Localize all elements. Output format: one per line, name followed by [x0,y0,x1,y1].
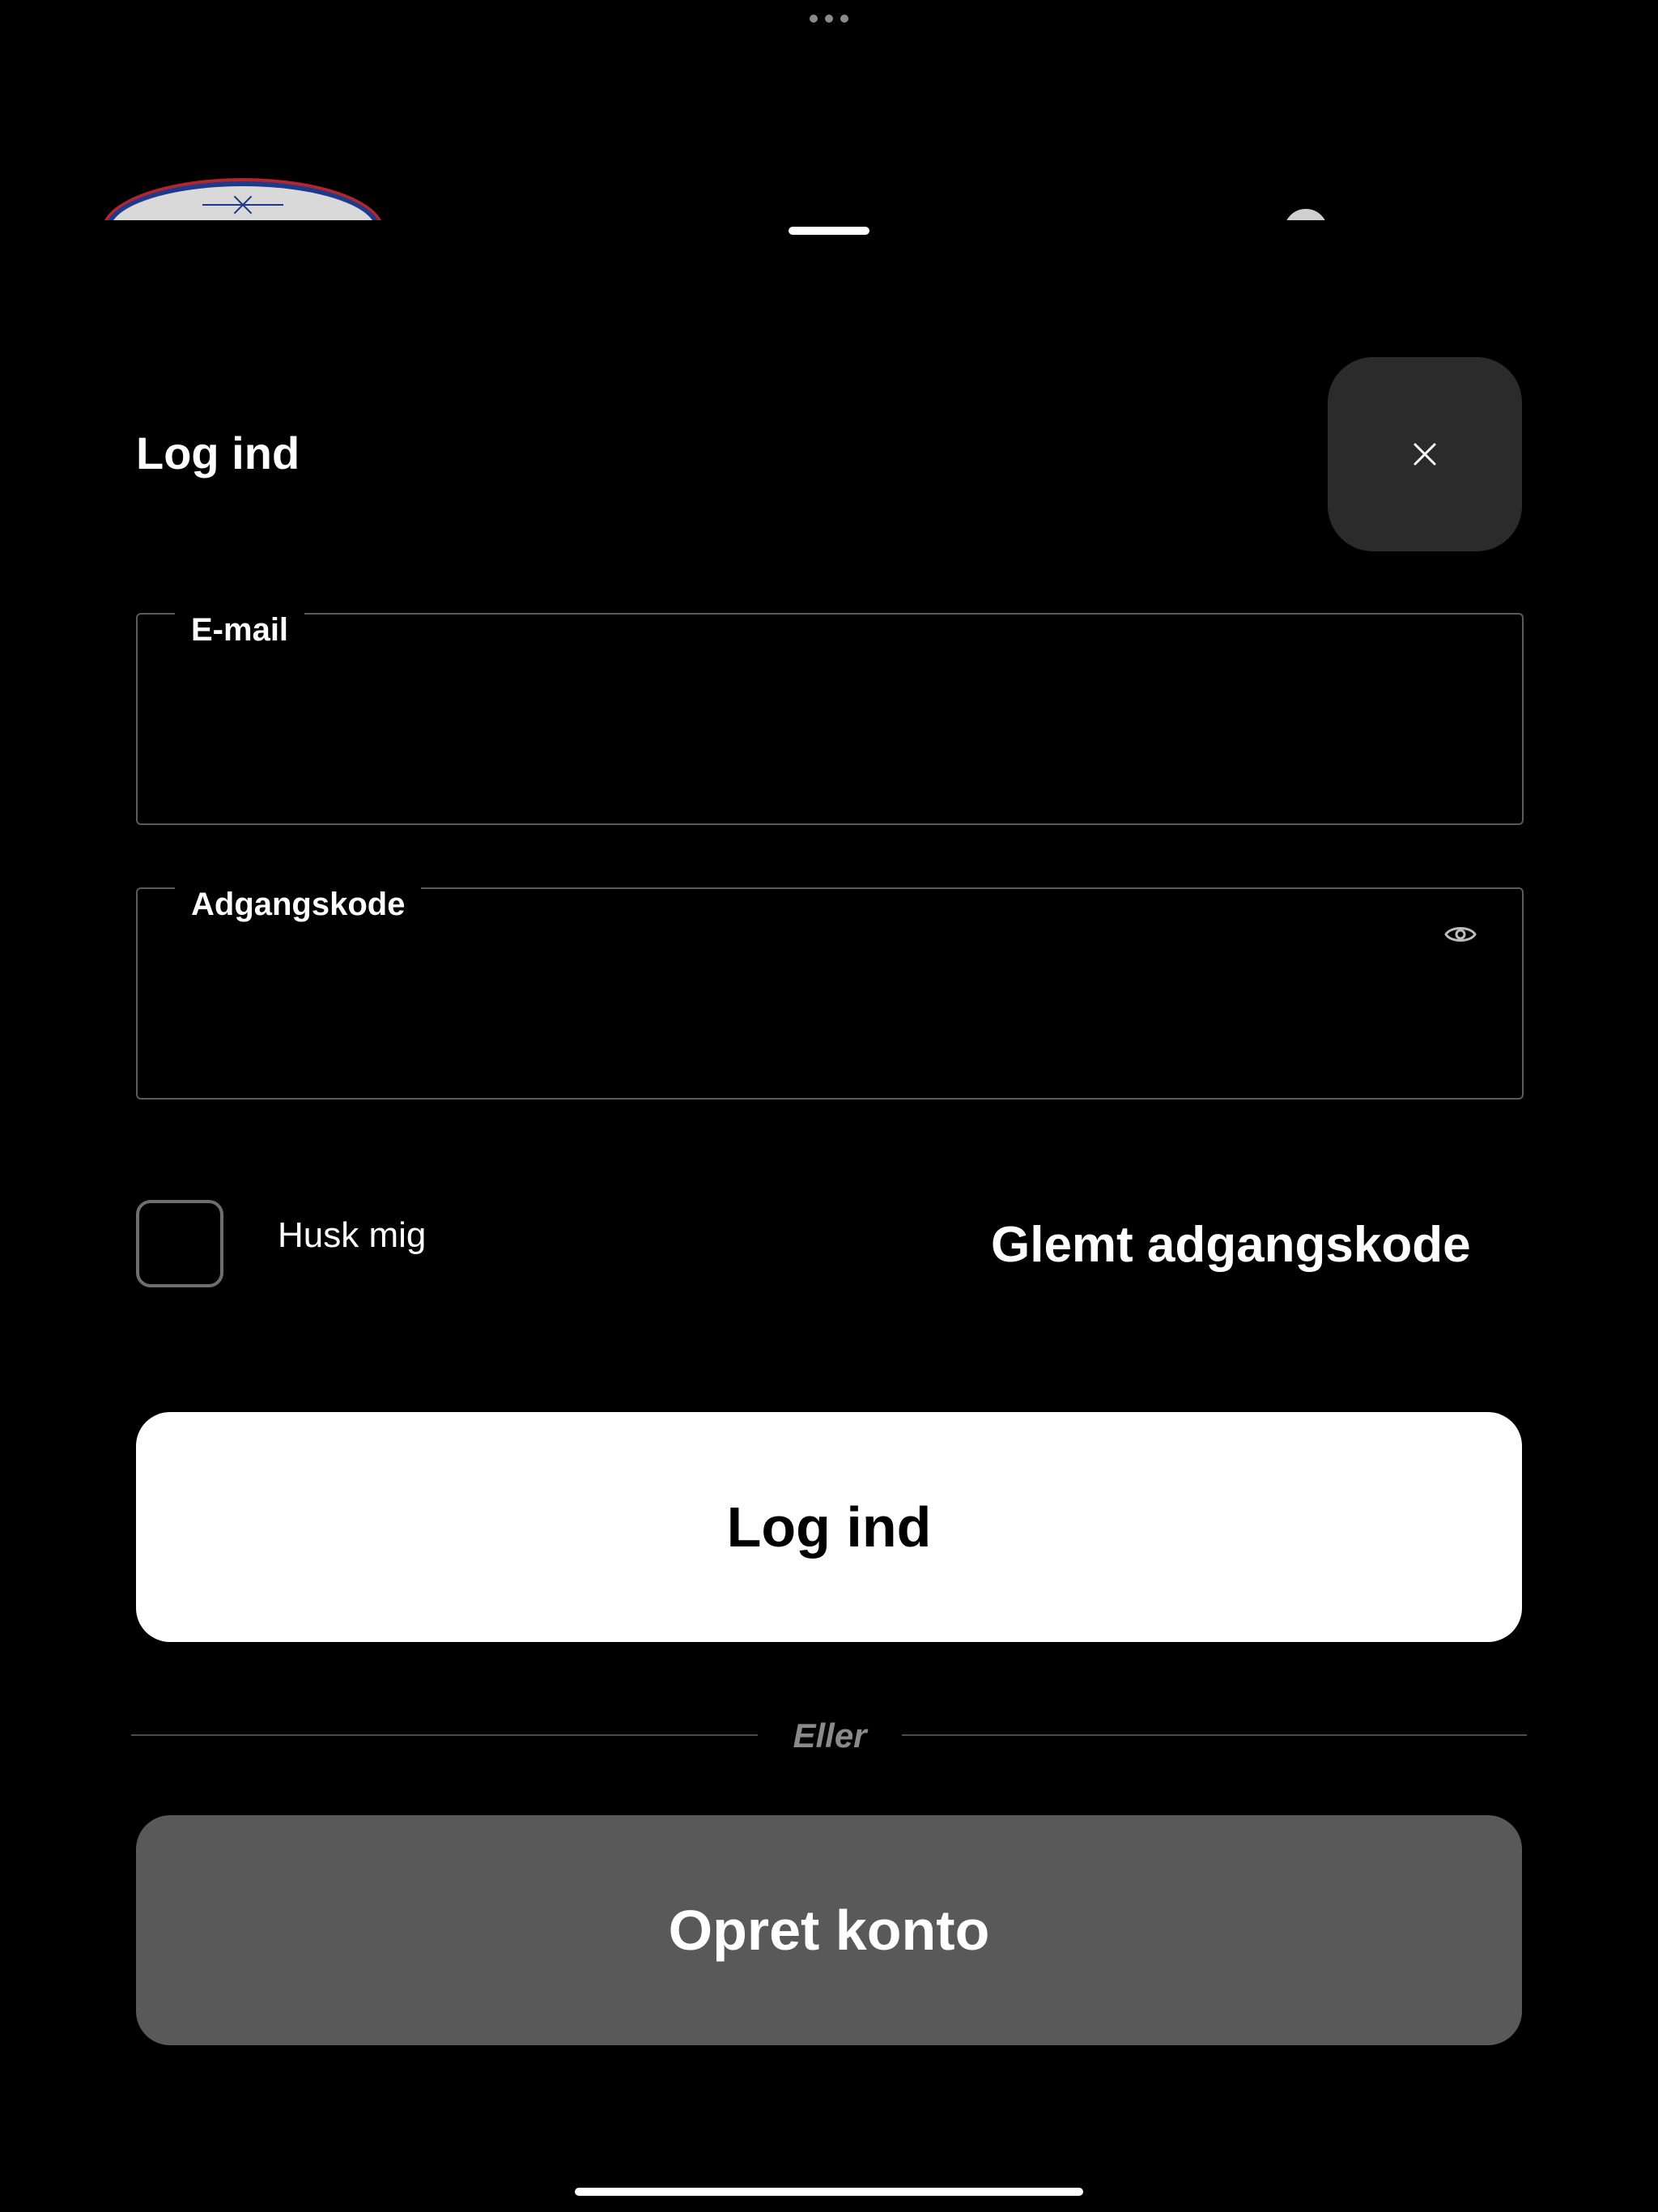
divider-text: Eller [793,1716,867,1755]
home-indicator[interactable] [575,2188,1083,2196]
login-button[interactable]: Log ind [136,1412,1522,1642]
remember-me-label: Husk mig [278,1215,427,1255]
avatar [1284,209,1328,220]
eye-icon[interactable] [1443,917,1478,952]
email-field[interactable]: E-mail [136,602,1524,825]
divider-line-right [902,1734,1527,1736]
sheet-grabber-handle[interactable] [789,227,869,235]
background-app-peek [0,0,1658,220]
email-input[interactable] [186,704,1425,776]
email-field-label: E-mail [175,602,305,658]
password-field-label: Adgangskode [175,876,422,933]
login-screen: Log ind E-mail Adgangskode Husk mig Glem… [0,0,1658,2212]
password-input[interactable] [186,978,1425,1051]
page-title: Log ind [136,428,300,479]
forgot-password-link[interactable]: Glemt adgangskode [991,1213,1471,1278]
password-field[interactable]: Adgangskode [136,876,1524,1100]
close-icon [1414,443,1436,466]
create-account-button[interactable]: Opret konto [136,1815,1522,2045]
divider-line-left [131,1734,758,1736]
close-button[interactable] [1328,357,1522,551]
remember-me-checkbox[interactable] [136,1200,223,1287]
club-logo-cross-icon [231,193,255,217]
